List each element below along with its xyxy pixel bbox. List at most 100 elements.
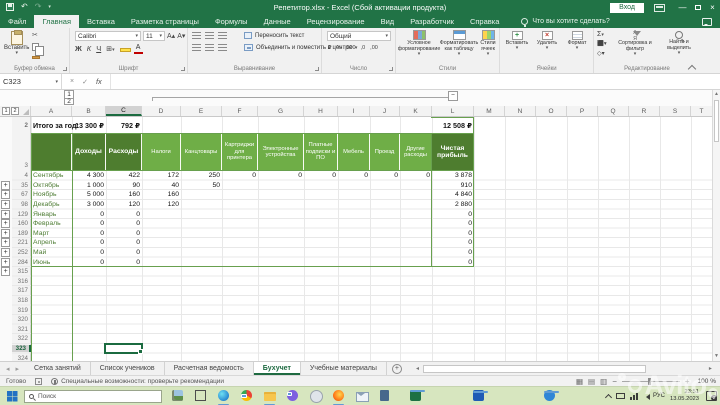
- selected-cell[interactable]: [104, 343, 143, 354]
- expand-group-button[interactable]: [1, 228, 10, 238]
- mail-icon[interactable]: [354, 388, 369, 404]
- cell[interactable]: 172: [142, 172, 181, 179]
- expand-group-button[interactable]: [1, 200, 10, 210]
- column-header[interactable]: B: [72, 106, 106, 116]
- word-icon[interactable]: [471, 388, 488, 404]
- signin-button[interactable]: Вход: [610, 2, 644, 13]
- column-header-selected[interactable]: C: [106, 106, 142, 116]
- row-header[interactable]: 315: [12, 268, 31, 275]
- cell[interactable]: 0: [72, 220, 106, 227]
- cell-month[interactable]: Январь: [31, 211, 72, 218]
- row-header[interactable]: 284: [12, 259, 31, 266]
- ribbon-tab[interactable]: Вид: [373, 15, 403, 28]
- fill-color-icon[interactable]: [119, 45, 131, 52]
- cell-month[interactable]: Июнь: [31, 259, 72, 266]
- align-right-icon[interactable]: [218, 44, 227, 51]
- insert-cells-button[interactable]: + Вставить ▾: [502, 31, 532, 51]
- row-header[interactable]: 324: [12, 355, 31, 361]
- cell[interactable]: 3 000: [72, 201, 106, 208]
- cut-icon[interactable]: ✂: [32, 32, 40, 40]
- paste-button[interactable]: Вставить ▾: [4, 29, 29, 56]
- ribbon-tab[interactable]: Справка: [462, 15, 507, 28]
- cell[interactable]: 0: [370, 172, 400, 179]
- wrap-text-button[interactable]: Переносить текст: [244, 32, 304, 39]
- find-select-button[interactable]: Найти и выделить ▾: [660, 31, 698, 56]
- sheet-tab[interactable]: Учебные материалы: [301, 362, 387, 375]
- decrease-decimal-icon[interactable]: ,00: [370, 45, 378, 51]
- cell[interactable]: 0: [72, 211, 106, 218]
- next-sheet-icon[interactable]: ▸: [16, 365, 20, 373]
- language-indicator[interactable]: РУС: [653, 393, 665, 399]
- conditional-formatting-button[interactable]: Условное форматирование ▾: [397, 30, 441, 57]
- explorer-icon[interactable]: [262, 388, 277, 405]
- zoom-slider-thumb[interactable]: [647, 377, 651, 385]
- column-header[interactable]: I: [338, 106, 370, 116]
- cell-month[interactable]: Февраль: [31, 220, 72, 227]
- cell[interactable]: 0: [258, 172, 304, 179]
- cell-category[interactable]: Платные подписки и ПО: [304, 133, 338, 171]
- zoom-in-icon[interactable]: +: [685, 377, 690, 386]
- display-icon[interactable]: [615, 393, 625, 399]
- column-header[interactable]: E: [181, 106, 222, 116]
- expand-group-button[interactable]: [1, 267, 10, 277]
- cell[interactable]: 0: [432, 249, 474, 256]
- format-cells-button[interactable]: Формат ▾: [562, 31, 592, 51]
- cell-category[interactable]: Расходы: [106, 133, 142, 171]
- align-center-icon[interactable]: [205, 44, 214, 51]
- expand-group-button[interactable]: [1, 238, 10, 248]
- taskbar-search[interactable]: Поиск: [24, 389, 162, 403]
- firefox-icon[interactable]: [331, 388, 346, 405]
- cell-category[interactable]: Другие расходы: [400, 133, 432, 171]
- font-size-select[interactable]: 11 ▾: [143, 31, 165, 41]
- cell[interactable]: 0: [432, 239, 474, 246]
- confirm-entry-icon[interactable]: ✓: [82, 78, 88, 86]
- row-header[interactable]: 221: [12, 239, 31, 246]
- cell-total-income[interactable]: 13 300 ₽: [72, 121, 106, 130]
- redo-icon[interactable]: ↷: [35, 2, 42, 12]
- align-middle-icon[interactable]: [205, 32, 214, 39]
- ribbon-tab[interactable]: Вставка: [79, 15, 123, 28]
- shrink-font-icon[interactable]: А▾: [177, 32, 185, 40]
- column-header[interactable]: R: [629, 106, 660, 116]
- underline-button[interactable]: Ч: [96, 44, 101, 53]
- expand-group-button[interactable]: [1, 180, 10, 190]
- row-header[interactable]: 189: [12, 230, 31, 237]
- font-color-icon[interactable]: А: [133, 44, 143, 54]
- ribbon-tab[interactable]: Формулы: [207, 15, 256, 28]
- delete-cells-button[interactable]: × Удалить ▾: [532, 31, 562, 51]
- row-header[interactable]: 317: [12, 287, 31, 294]
- accessibility-status[interactable]: Специальные возможности: проверьте реком…: [61, 378, 224, 385]
- row-header[interactable]: 4: [12, 172, 31, 179]
- autosum-icon[interactable]: Σ▾: [597, 31, 607, 38]
- ribbon-tab[interactable]: Файл: [0, 15, 34, 28]
- percent-format-icon[interactable]: %: [337, 45, 342, 51]
- row-header[interactable]: 316: [12, 278, 31, 285]
- italic-button[interactable]: К: [87, 44, 91, 53]
- cell[interactable]: 0: [106, 230, 142, 237]
- scroll-up-icon[interactable]: ▲: [714, 92, 719, 97]
- number-format-select[interactable]: Общий ▾: [327, 31, 391, 41]
- page-break-view-icon[interactable]: ▥: [600, 377, 607, 386]
- row-header[interactable]: 252: [12, 249, 31, 256]
- close-button[interactable]: ×: [705, 0, 720, 15]
- cell-category[interactable]: Налоги: [142, 133, 181, 171]
- cell-total-expenses[interactable]: 792 ₽: [106, 121, 142, 130]
- column-header[interactable]: T: [691, 106, 712, 116]
- row-header[interactable]: 322: [12, 335, 31, 342]
- expand-group-button[interactable]: [1, 219, 10, 229]
- cell[interactable]: 0: [106, 211, 142, 218]
- cell-total-profit[interactable]: 12 508 ₽: [432, 121, 474, 130]
- cell[interactable]: 0: [432, 230, 474, 237]
- volume-icon[interactable]: [643, 393, 650, 400]
- dialog-launcher-icon[interactable]: [181, 67, 185, 71]
- page-layout-view-icon[interactable]: ▤: [588, 377, 595, 386]
- sort-filter-button[interactable]: АЯ Сортировка и фильтр ▾: [612, 30, 658, 57]
- sheet-tab[interactable]: Список учеников: [91, 362, 165, 375]
- cell[interactable]: 0: [432, 220, 474, 227]
- column-header[interactable]: K: [400, 106, 432, 116]
- hidden-icons-chevron[interactable]: [605, 393, 611, 399]
- row-header[interactable]: 35: [12, 182, 31, 189]
- cell[interactable]: 0: [72, 239, 106, 246]
- cell[interactable]: 0: [106, 239, 142, 246]
- comma-format-icon[interactable]: 000: [346, 45, 355, 51]
